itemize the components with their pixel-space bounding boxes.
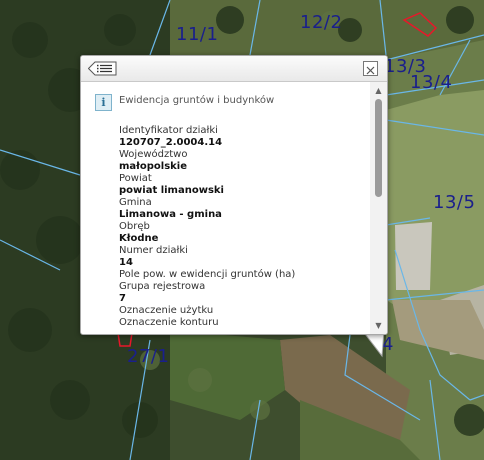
list-icon [87,61,117,76]
parcel-label-11-1: 11/1 [176,24,219,45]
feature-info-popup: i Ewidencja gruntów i budynków Identyfik… [80,55,388,335]
popup-header [81,56,387,82]
field-value-grupa-rejestrowa: 7 [119,293,126,304]
attribute-list: Identyfikator działki 120707_2.0004.14 W… [119,125,364,329]
field-label-gmina: Gmina [119,197,152,208]
info-icon: i [95,94,112,111]
field-value-identyfikator: 120707_2.0004.14 [119,137,223,148]
close-icon [366,66,375,75]
field-label-obreb: Obręb [119,221,150,232]
scroll-up-arrow-icon[interactable]: ▲ [370,84,387,97]
parcel-label-12-2: 12/2 [300,12,343,33]
field-label-grupa-rejestrowa: Grupa rejestrowa [119,281,206,292]
field-value-obreb: Kłodne [119,233,159,244]
parcel-label-13-4: 13/4 [410,72,453,93]
field-label-pole-pow: Pole pow. w ewidencji gruntów (ha) [119,269,296,280]
field-value-numer-dzialki: 14 [119,257,133,268]
field-label-numer-dzialki: Numer działki [119,245,188,256]
scroll-thumb[interactable] [375,99,382,197]
field-label-powiat: Powiat [119,173,152,184]
parcel-label-13-5: 13/5 [433,192,476,213]
field-label-identyfikator: Identyfikator działki [119,125,218,136]
scroll-down-arrow-icon[interactable]: ▼ [370,319,387,332]
list-back-button[interactable] [87,61,117,76]
field-value-gmina: Limanowa - gmina [119,209,222,220]
field-value-powiat: powiat limanowski [119,185,224,196]
layer-title: Ewidencja gruntów i budynków [119,95,275,106]
field-label-wojewodztwo: Województwo [119,149,188,160]
parcel-label-27-1: 27/1 [127,346,170,367]
popup-content[interactable]: i Ewidencja gruntów i budynków Identyfik… [81,82,369,334]
popup-scrollbar[interactable]: ▲ ▼ [370,82,387,334]
field-label-oznaczenie-konturu: Oznaczenie konturu [119,317,219,328]
field-value-wojewodztwo: małopolskie [119,161,188,172]
field-label-oznaczenie-uzytku: Oznaczenie użytku [119,305,214,316]
close-button[interactable] [363,61,378,76]
